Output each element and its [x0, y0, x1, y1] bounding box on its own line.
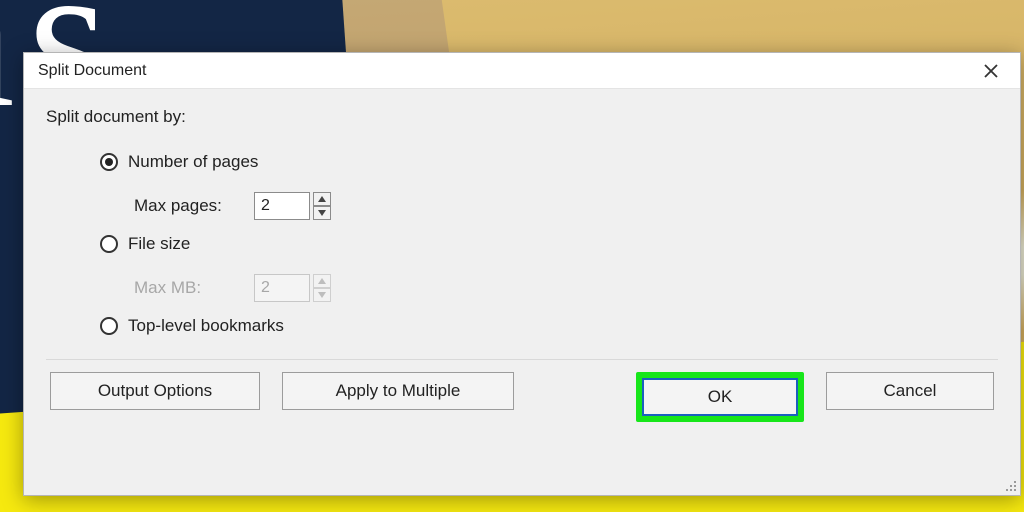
option-label-bookmarks: Top-level bookmarks: [128, 316, 284, 336]
ok-button[interactable]: OK: [642, 378, 798, 416]
option-label-size: File size: [128, 234, 190, 254]
chevron-down-icon: [318, 210, 326, 216]
divider: [46, 359, 998, 360]
max-pages-row: Max pages:: [134, 183, 998, 229]
max-pages-spin-down[interactable]: [313, 206, 331, 220]
titlebar: Split Document: [24, 53, 1020, 89]
max-pages-stepper: [254, 192, 331, 220]
ok-highlight: OK: [636, 372, 804, 422]
radio-top-level-bookmarks[interactable]: [100, 317, 118, 335]
stage: n's l Split Document Split document by: …: [0, 0, 1024, 512]
max-mb-label: Max MB:: [134, 278, 254, 298]
apply-to-multiple-button[interactable]: Apply to Multiple: [282, 372, 514, 410]
dialog-content: Split document by: Number of pages Max p…: [24, 89, 1020, 432]
split-document-dialog: Split Document Split document by: Number…: [23, 52, 1021, 496]
max-pages-spin-up[interactable]: [313, 192, 331, 206]
max-mb-row: Max MB:: [134, 265, 998, 311]
max-mb-input: [254, 274, 310, 302]
max-mb-spin-up: [313, 274, 331, 288]
option-file-size[interactable]: File size: [100, 229, 998, 259]
close-button[interactable]: [970, 57, 1012, 85]
resize-grip[interactable]: [1002, 477, 1016, 491]
close-icon: [984, 64, 998, 78]
option-top-level-bookmarks[interactable]: Top-level bookmarks: [100, 311, 998, 341]
cancel-button[interactable]: Cancel: [826, 372, 994, 410]
option-label-pages: Number of pages: [128, 152, 258, 172]
max-pages-input[interactable]: [254, 192, 310, 220]
chevron-down-icon: [318, 292, 326, 298]
option-number-of-pages[interactable]: Number of pages: [100, 147, 998, 177]
chevron-up-icon: [318, 196, 326, 202]
dialog-title: Split Document: [38, 62, 970, 80]
radio-number-of-pages[interactable]: [100, 153, 118, 171]
max-pages-label: Max pages:: [134, 196, 254, 216]
max-mb-stepper: [254, 274, 331, 302]
section-label: Split document by:: [46, 107, 998, 127]
output-options-button[interactable]: Output Options: [50, 372, 260, 410]
chevron-up-icon: [318, 278, 326, 284]
button-row: Output Options Apply to Multiple OK Canc…: [46, 372, 998, 422]
max-mb-spin-down: [313, 288, 331, 302]
radio-file-size[interactable]: [100, 235, 118, 253]
